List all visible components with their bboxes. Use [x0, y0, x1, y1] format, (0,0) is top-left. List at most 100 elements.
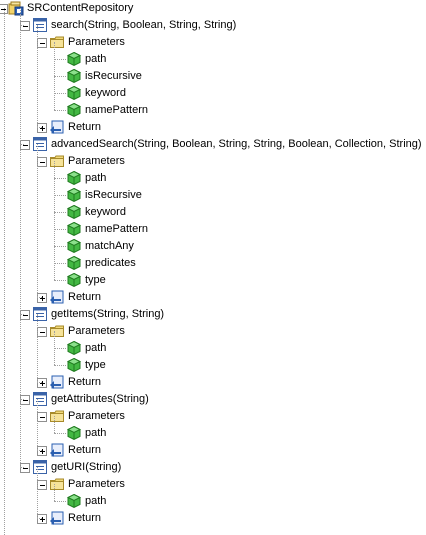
parameter-label: namePattern	[85, 104, 148, 116]
expand-toggle-icon[interactable]	[37, 378, 47, 388]
method-label: search(String, Boolean, String, String)	[51, 19, 237, 31]
parameter-icon	[66, 340, 82, 356]
tree-node-root[interactable]: SRContentRepository	[0, 0, 426, 17]
parameter-label: namePattern	[85, 223, 148, 235]
collapse-toggle-icon[interactable]	[37, 327, 47, 337]
expand-toggle-icon[interactable]	[37, 293, 47, 303]
tree-node-method[interactable]: search(String, Boolean, String, String)	[0, 17, 426, 34]
collapse-toggle-icon[interactable]	[20, 140, 30, 150]
collapse-toggle-icon[interactable]	[37, 157, 47, 167]
tree-connector-line	[54, 484, 55, 501]
tree-node-parameters[interactable]: Parameters	[0, 408, 426, 425]
parameter-label: path	[85, 427, 107, 439]
parameter-icon	[66, 493, 82, 509]
return-icon	[49, 119, 65, 135]
method-icon	[32, 306, 48, 322]
parameter-icon	[66, 187, 82, 203]
method-icon	[32, 136, 48, 152]
return-label: Return	[68, 121, 102, 133]
folder-icon	[49, 153, 65, 169]
method-icon	[32, 17, 48, 33]
parameter-icon	[66, 221, 82, 237]
tree-node-return[interactable]: Return	[0, 374, 426, 391]
parameters-label: Parameters	[68, 478, 125, 490]
collapse-toggle-icon[interactable]	[20, 463, 30, 473]
tree-connector-line	[54, 195, 66, 196]
return-icon	[49, 374, 65, 390]
tree-connector-line	[54, 348, 66, 349]
parameter-label: path	[85, 342, 107, 354]
return-icon	[49, 289, 65, 305]
tree-connector-line	[54, 501, 66, 502]
method-label: getAttributes(String)	[51, 393, 149, 405]
expand-toggle-icon[interactable]	[37, 514, 47, 524]
tree-connector-line	[54, 42, 55, 110]
collapse-toggle-icon[interactable]	[37, 38, 47, 48]
parameter-icon	[66, 68, 82, 84]
tree-node-parameters[interactable]: Parameters	[0, 476, 426, 493]
folder-icon	[49, 408, 65, 424]
tree-connector-line	[37, 399, 38, 450]
tree-node-parameters[interactable]: Parameters	[0, 34, 426, 51]
parameter-icon	[66, 238, 82, 254]
return-label: Return	[68, 444, 102, 456]
collapse-toggle-icon[interactable]	[20, 310, 30, 320]
method-label: getItems(String, String)	[51, 308, 165, 320]
parameter-label: path	[85, 53, 107, 65]
tree-connector-line	[37, 25, 38, 127]
collapse-toggle-icon[interactable]	[20, 21, 30, 31]
tree-node-method[interactable]: advancedSearch(String, Boolean, String, …	[0, 136, 426, 153]
tree-connector-line	[37, 450, 42, 451]
return-label: Return	[68, 512, 102, 524]
tree-connector-line	[54, 229, 66, 230]
tree-connector-line	[54, 246, 66, 247]
tree-connector-line	[37, 314, 38, 382]
tree-node-return[interactable]: Return	[0, 510, 426, 527]
tree-connector-line	[54, 263, 66, 264]
tree-connector-line	[54, 93, 66, 94]
tree-connector-line	[54, 365, 66, 366]
parameters-label: Parameters	[68, 410, 125, 422]
tree-connector-line	[37, 467, 38, 518]
parameters-label: Parameters	[68, 155, 125, 167]
parameter-label: path	[85, 172, 107, 184]
tree-connector-line	[54, 280, 66, 281]
tree-connector-line	[54, 212, 66, 213]
tree-connector-line	[20, 467, 24, 468]
tree-node-parameters[interactable]: Parameters	[0, 323, 426, 340]
tree-node-method[interactable]: getItems(String, String)	[0, 306, 426, 323]
tree-connector-line	[54, 110, 66, 111]
tree-node-return[interactable]: Return	[0, 289, 426, 306]
parameter-icon	[66, 204, 82, 220]
tree-connector-line	[4, 8, 5, 535]
expand-toggle-icon[interactable]	[37, 446, 47, 456]
tree-connector-line	[37, 382, 42, 383]
tree-connector-line	[54, 178, 66, 179]
method-icon	[32, 459, 48, 475]
collapse-toggle-icon[interactable]	[37, 480, 47, 490]
tree-node-return[interactable]: Return	[0, 442, 426, 459]
collapse-toggle-icon[interactable]	[20, 395, 30, 405]
tree-connector-line	[37, 297, 42, 298]
parameter-label: isRecursive	[85, 70, 142, 82]
tree-connector-line	[37, 127, 42, 128]
return-icon	[49, 510, 65, 526]
tree-node-method[interactable]: getURI(String)	[0, 459, 426, 476]
tree-node-method[interactable]: getAttributes(String)	[0, 391, 426, 408]
repository-tree: SRContentRepository search(String, Boolea…	[0, 0, 426, 535]
parameter-label: type	[85, 274, 106, 286]
folder-icon	[49, 34, 65, 50]
parameter-icon	[66, 51, 82, 67]
collapse-toggle-icon[interactable]	[37, 412, 47, 422]
method-label: getURI(String)	[51, 461, 122, 473]
folder-icon	[49, 476, 65, 492]
repository-icon	[8, 0, 24, 16]
tree-node-return[interactable]: Return	[0, 119, 426, 136]
expand-toggle-icon[interactable]	[37, 123, 47, 133]
parameter-label: matchAny	[85, 240, 134, 252]
tree-connector-line	[37, 144, 38, 297]
tree-node-parameters[interactable]: Parameters	[0, 153, 426, 170]
tree-connector-line	[54, 76, 66, 77]
return-label: Return	[68, 291, 102, 303]
root-label: SRContentRepository	[27, 2, 134, 14]
